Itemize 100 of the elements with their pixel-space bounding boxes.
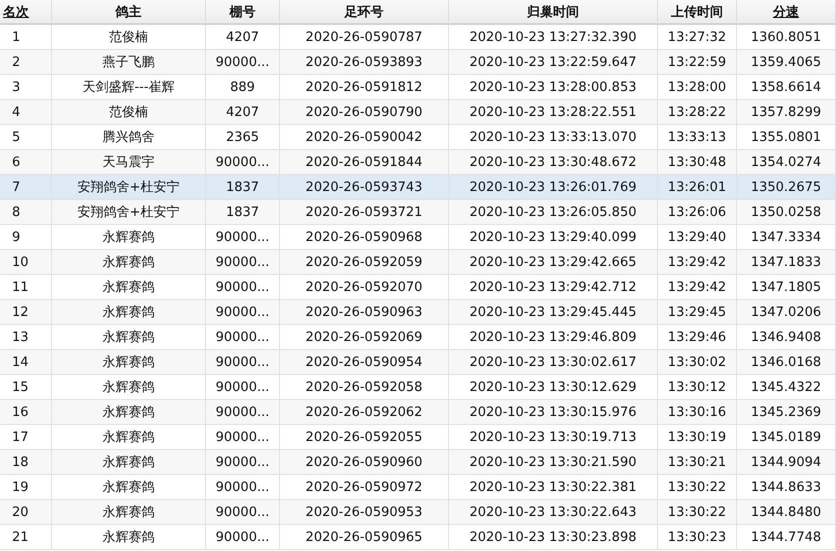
table-cell: 2020-10-23 13:30:23.898 <box>449 525 658 550</box>
table-cell: 2020-26-0591844 <box>280 150 449 175</box>
table-cell: 10 <box>0 250 52 275</box>
table-cell: 90000... <box>206 275 280 300</box>
table-cell: 2020-26-0593721 <box>280 200 449 225</box>
table-cell: 13 <box>0 325 52 350</box>
table-cell: 2020-26-0590968 <box>280 225 449 250</box>
table-cell: 2020-10-23 13:22:59.647 <box>449 50 658 75</box>
table-cell: 1346.0168 <box>737 350 836 375</box>
table-cell: 4 <box>0 100 52 125</box>
table-cell: 90000... <box>206 350 280 375</box>
table-cell: 2020-26-0590790 <box>280 100 449 125</box>
table-cell: 13:29:40 <box>658 225 737 250</box>
table-cell: 2020-26-0590963 <box>280 300 449 325</box>
table-cell: 2020-26-0592058 <box>280 375 449 400</box>
table-cell: 1347.1805 <box>737 275 836 300</box>
table-cell: 2020-10-23 13:30:15.976 <box>449 400 658 425</box>
table-cell: 14 <box>0 350 52 375</box>
table-cell: 13:30:21 <box>658 450 737 475</box>
table-cell: 1344.8480 <box>737 500 836 525</box>
table-cell: 2020-26-0590965 <box>280 525 449 550</box>
table-cell: 2020-26-0590972 <box>280 475 449 500</box>
table-cell: 13:30:23 <box>658 525 737 550</box>
table-cell: 90000... <box>206 150 280 175</box>
table-cell: 1350.2675 <box>737 175 836 200</box>
table-cell: 19 <box>0 475 52 500</box>
table-cell: 90000... <box>206 525 280 550</box>
table-cell: 2020-10-23 13:30:22.381 <box>449 475 658 500</box>
table-cell: 2020-26-0590042 <box>280 125 449 150</box>
table-cell: 2020-26-0593743 <box>280 175 449 200</box>
table-cell: 90000... <box>206 375 280 400</box>
table-cell: 2020-10-23 13:30:22.643 <box>449 500 658 525</box>
table-cell: 15 <box>0 375 52 400</box>
table-cell: 2020-10-23 13:30:21.590 <box>449 450 658 475</box>
table-cell: 永辉赛鸽 <box>52 500 206 525</box>
table-cell: 13:29:42 <box>658 275 737 300</box>
table-cell: 13:29:42 <box>658 250 737 275</box>
table-cell: 13:30:19 <box>658 425 737 450</box>
table-cell: 1357.8299 <box>737 100 836 125</box>
table-cell: 2020-26-0593893 <box>280 50 449 75</box>
table-cell: 90000... <box>206 475 280 500</box>
table-cell: 2020-26-0590960 <box>280 450 449 475</box>
column-header[interactable]: 鸽主 <box>52 0 206 25</box>
table-cell: 2020-10-23 13:30:19.713 <box>449 425 658 450</box>
table-cell: 天马震宇 <box>52 150 206 175</box>
table-cell: 1350.0258 <box>737 200 836 225</box>
table-cell: 范俊楠 <box>52 100 206 125</box>
table-cell: 1358.6614 <box>737 75 836 100</box>
table-cell: 4207 <box>206 25 280 50</box>
table-cell: 2020-26-0590953 <box>280 500 449 525</box>
table-cell: 范俊楠 <box>52 25 206 50</box>
table-cell: 90000... <box>206 250 280 275</box>
table-cell: 1355.0801 <box>737 125 836 150</box>
table-cell: 永辉赛鸽 <box>52 475 206 500</box>
table-cell: 1347.0206 <box>737 300 836 325</box>
table-cell: 1345.0189 <box>737 425 836 450</box>
table-cell: 燕子飞鹏 <box>52 50 206 75</box>
column-header[interactable]: 足环号 <box>280 0 449 25</box>
table-cell: 天剑盛辉---崔辉 <box>52 75 206 100</box>
column-header[interactable]: 棚号 <box>206 0 280 25</box>
table-cell: 2020-26-0591812 <box>280 75 449 100</box>
table-cell: 永辉赛鸽 <box>52 250 206 275</box>
table-cell: 13:30:16 <box>658 400 737 425</box>
table-cell: 2020-26-0592055 <box>280 425 449 450</box>
table-cell: 永辉赛鸽 <box>52 300 206 325</box>
table-cell: 2365 <box>206 125 280 150</box>
table-cell: 13:28:00 <box>658 75 737 100</box>
table-cell: 2020-10-23 13:26:01.769 <box>449 175 658 200</box>
column-header[interactable]: 归巢时间 <box>449 0 658 25</box>
column-header[interactable]: 上传时间 <box>658 0 737 25</box>
table-cell: 永辉赛鸽 <box>52 350 206 375</box>
table-cell: 8 <box>0 200 52 225</box>
table-cell: 13:30:48 <box>658 150 737 175</box>
table-cell: 2020-10-23 13:27:32.390 <box>449 25 658 50</box>
table-cell: 13:30:12 <box>658 375 737 400</box>
table-cell: 13:28:22 <box>658 100 737 125</box>
table-cell: 2020-10-23 13:33:13.070 <box>449 125 658 150</box>
table-cell: 2020-26-0592059 <box>280 250 449 275</box>
table-cell: 90000... <box>206 500 280 525</box>
table-cell: 2020-10-23 13:29:40.099 <box>449 225 658 250</box>
table-cell: 16 <box>0 400 52 425</box>
table-cell: 2020-26-0590787 <box>280 25 449 50</box>
column-header[interactable]: 名次 <box>0 0 52 25</box>
table-cell: 安翔鸽舍+杜安宁 <box>52 200 206 225</box>
column-header[interactable]: 分速 <box>737 0 836 25</box>
table-cell: 2020-10-23 13:29:46.809 <box>449 325 658 350</box>
table-cell: 2020-10-23 13:30:02.617 <box>449 350 658 375</box>
table-cell: 2020-10-23 13:30:48.672 <box>449 150 658 175</box>
table-cell: 2020-10-23 13:29:42.712 <box>449 275 658 300</box>
table-cell: 17 <box>0 425 52 450</box>
table-cell: 4207 <box>206 100 280 125</box>
table-cell: 7 <box>0 175 52 200</box>
table-cell: 永辉赛鸽 <box>52 325 206 350</box>
table-cell: 2 <box>0 50 52 75</box>
table-cell: 13:30:22 <box>658 500 737 525</box>
table-cell: 2020-26-0590954 <box>280 350 449 375</box>
table-cell: 13:26:01 <box>658 175 737 200</box>
table-cell: 90000... <box>206 425 280 450</box>
table-cell: 1359.4065 <box>737 50 836 75</box>
table-cell: 13:29:46 <box>658 325 737 350</box>
